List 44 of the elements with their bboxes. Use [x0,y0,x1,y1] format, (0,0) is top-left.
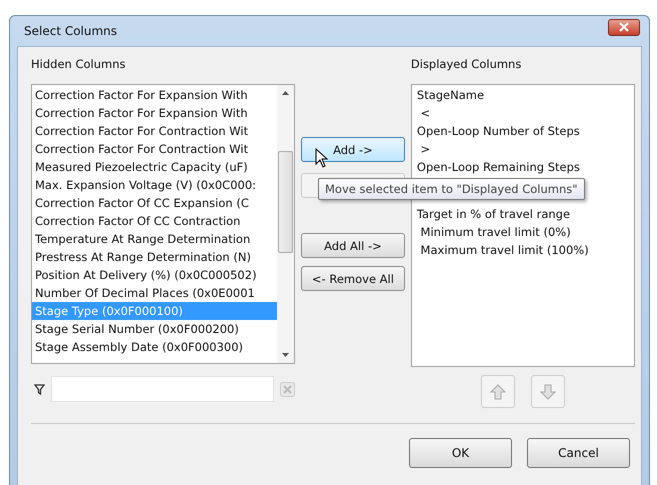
list-item[interactable]: Correction Factor For Contraction Wit [32,122,277,140]
list-item[interactable]: Open-Loop Number of Steps [412,122,634,140]
scroll-down-icon[interactable] [282,353,289,358]
scroll-up-icon[interactable] [282,90,289,95]
displayed-columns-label: Displayed Columns [410,57,522,73]
filter-icon [34,384,45,394]
list-item[interactable]: < [412,104,634,122]
list-item[interactable]: Measured Piezoelectric Capacity (uF) [32,158,277,176]
scrollbar[interactable] [277,85,294,363]
move-button[interactable]: Add All -> [300,233,405,258]
list-item[interactable]: Correction Factor Of CC Contraction [32,212,277,230]
list-item[interactable]: > [412,140,634,158]
hidden-columns-label: Hidden Columns [31,57,126,73]
close-icon [619,22,629,32]
move-up-button[interactable] [480,375,515,408]
dialog-button[interactable]: Cancel [527,438,630,468]
list-item[interactable]: Temperature At Range Determination [32,230,277,248]
tooltip: Move selected item to "Displayed Columns" [318,178,585,200]
move-down-button[interactable] [530,375,565,408]
close-button[interactable] [608,18,640,36]
filter-field[interactable] [51,376,274,402]
list-item[interactable]: Number Of Decimal Places (0x0E0001 [32,284,277,302]
dialog-button[interactable]: OK [409,438,512,468]
up-arrow-icon [490,384,506,400]
list-item[interactable]: Correction Factor For Expansion With [32,86,277,104]
clear-icon[interactable] [280,382,295,396]
window-title: Select Columns [24,24,118,38]
move-button[interactable]: <- Remove All [300,266,405,291]
list-item[interactable]: Open-Loop Remaining Steps [412,158,634,176]
list-item[interactable]: Correction Factor For Expansion With [32,104,277,122]
list-item[interactable]: Maximum travel limit (100%) [412,241,634,259]
list-item[interactable]: Stage Serial Number (0x0F000200) [32,320,277,338]
list-item[interactable]: Position At Delivery (%) (0x0C000502) [32,266,277,284]
list-item[interactable]: Correction Factor For Contraction Wit [32,140,277,158]
list-item[interactable]: StageName [412,86,634,104]
list-item[interactable]: Max. Expansion Voltage (V) (0x0C000: [32,176,277,194]
cursor-icon [315,148,329,168]
list-item[interactable]: Minimum travel limit (0%) [412,223,634,241]
move-button[interactable]: Add -> [300,137,405,162]
down-arrow-icon [540,384,556,400]
list-item[interactable]: Stage Assembly Date (0x0F000300) [32,338,277,356]
list-item[interactable]: Correction Factor Of CC Expansion (C [32,194,277,212]
list-item[interactable]: Prestress At Range Determination (N) [32,248,277,266]
list-item[interactable]: Target in % of travel range [412,205,634,223]
